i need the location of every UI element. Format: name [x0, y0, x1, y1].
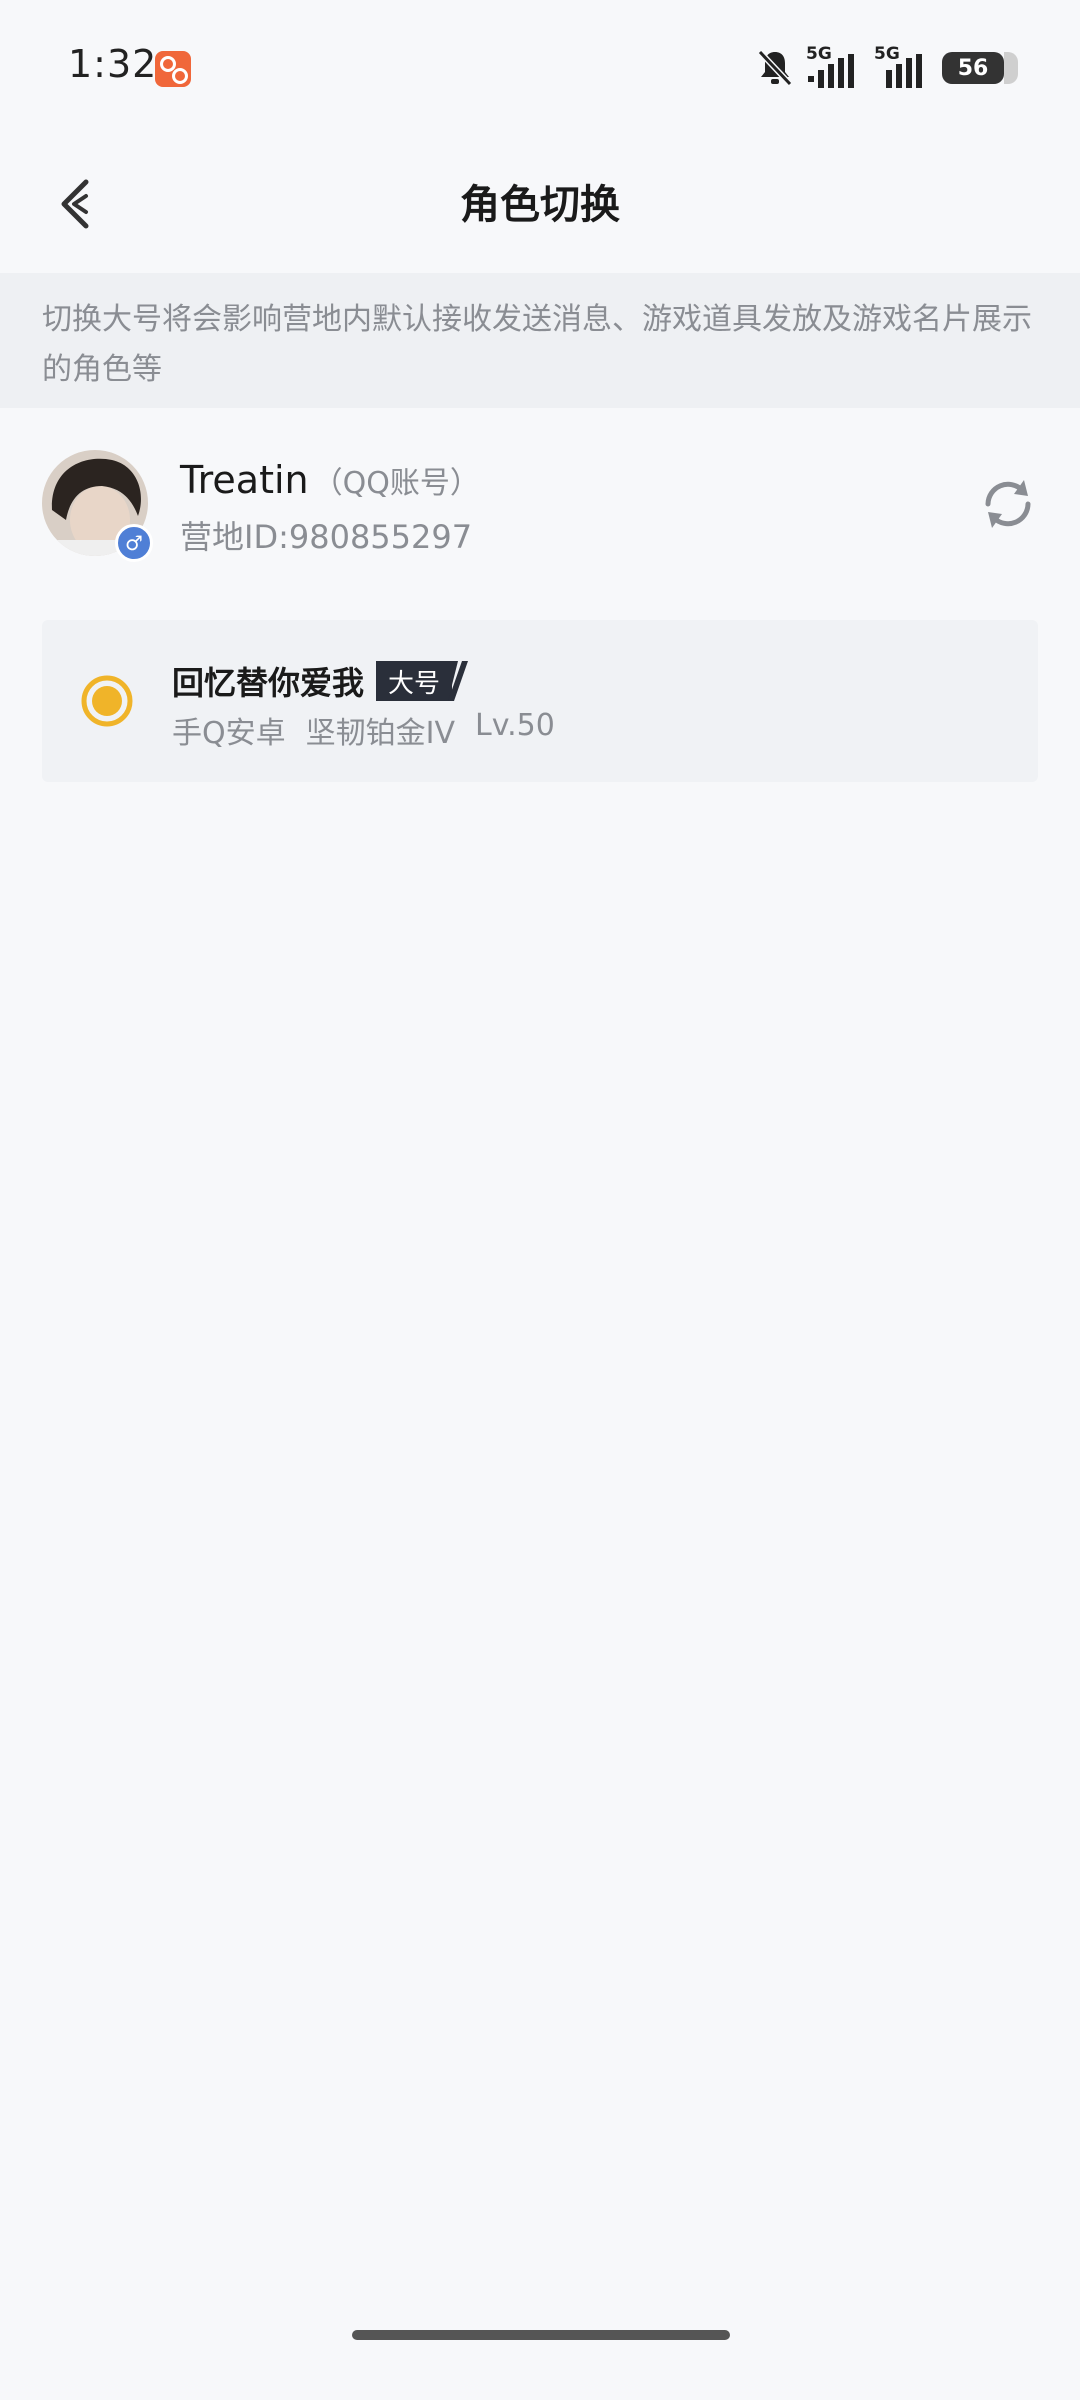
- status-icons: 5G 5G 56: [756, 44, 1018, 92]
- role-card[interactable]: 回忆替你爱我 大号 手Q安卓 坚韧铂金IV Lv.50: [42, 620, 1038, 782]
- page-title: 角色切换: [460, 182, 620, 228]
- account-row: ♂ Treatin （QQ账号） 营地ID:980855297: [0, 440, 1080, 570]
- battery-level: 56: [957, 55, 989, 81]
- role-rank: 坚韧铂金IV: [305, 716, 455, 751]
- role-name: 回忆替你爱我: [172, 664, 365, 702]
- radio-selected-icon: [81, 675, 133, 727]
- account-name-line: Treatin （QQ账号）: [180, 458, 480, 502]
- status-time: 1:32: [68, 42, 158, 86]
- header: 角色切换: [0, 140, 1080, 270]
- role-details: 手Q安卓 坚韧铂金IV Lv.50: [172, 708, 555, 752]
- account-type: （QQ账号）: [312, 466, 480, 501]
- bell-muted-icon: [757, 49, 793, 87]
- home-indicator[interactable]: [352, 2330, 730, 2340]
- signal-sim2-icon: 5G: [874, 44, 930, 90]
- account-name: Treatin: [180, 458, 309, 502]
- app-notification-icon: [155, 51, 191, 87]
- refresh-icon: [985, 480, 1031, 528]
- refresh-button[interactable]: [978, 474, 1038, 534]
- status-bar: 1:32 5G 5G 56: [0, 0, 1080, 140]
- main-account-badge: 大号: [376, 660, 470, 702]
- camp-id: 营地ID:980855297: [180, 518, 473, 556]
- battery-icon: 56: [942, 52, 1018, 84]
- main-account-badge-label: 大号: [376, 661, 453, 701]
- role-platform: 手Q安卓: [172, 716, 286, 751]
- badge-slash-decoration: [448, 661, 469, 701]
- role-level: Lv.50: [475, 708, 555, 743]
- gender-male-icon: ♂: [115, 524, 153, 562]
- role-radio-selected[interactable]: [80, 674, 134, 728]
- role-name-line: 回忆替你爱我 大号: [172, 658, 470, 704]
- signal-sim1-icon: 5G: [806, 44, 862, 90]
- notice-banner: 切换大号将会影响营地内默认接收发送消息、游戏道具发放及游戏名片展示的角色等: [0, 273, 1080, 408]
